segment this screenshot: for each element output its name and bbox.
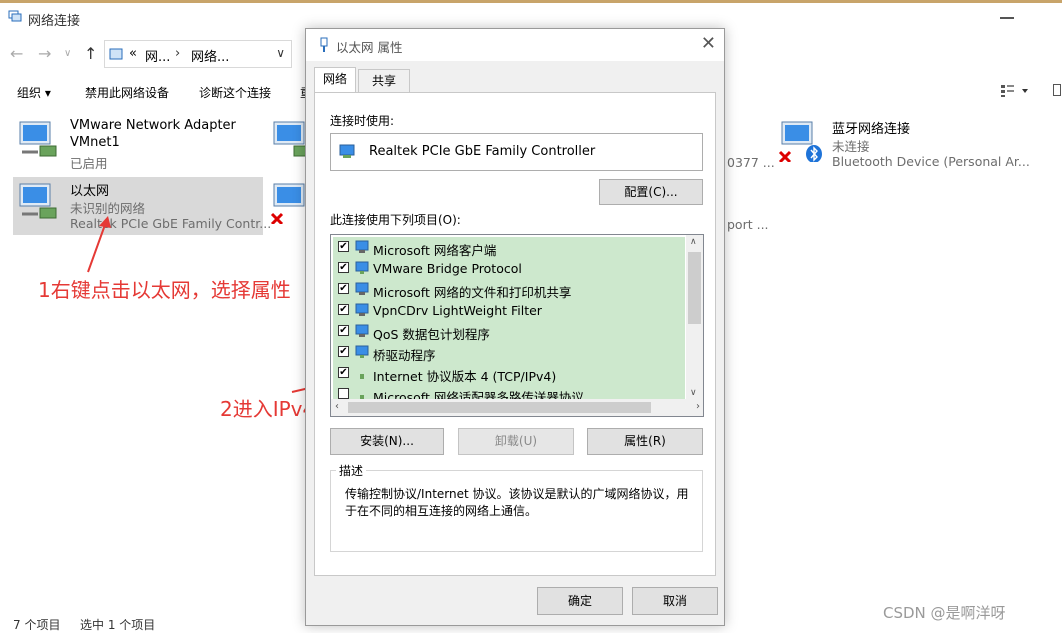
item-ethernet-name[interactable]: 以太网 [70, 180, 109, 199]
checkbox[interactable]: ✔ [338, 367, 349, 378]
checkbox[interactable]: ✔ [338, 241, 349, 252]
list-item-label: VMware Bridge Protocol [373, 261, 522, 276]
item-vmware-name[interactable]: VMware Network Adapter [70, 118, 236, 133]
bluetooth-network-icon [778, 121, 822, 162]
description-label: 描述 [336, 462, 367, 479]
preview-pane-icon[interactable] [1053, 84, 1061, 96]
protocol-icon [355, 261, 369, 274]
checkbox[interactable]: ✔ [338, 262, 349, 273]
watermark: CSDN @是啊洋呀 [883, 604, 1006, 622]
diagnose-button[interactable]: 诊断这个连接 [199, 84, 271, 101]
adapter-name: Realtek PCIe GbE Family Controller [369, 144, 596, 159]
adapter-icon [339, 144, 355, 158]
organize-menu[interactable]: 组织 ▾ [17, 84, 51, 101]
network-cable-icon [320, 37, 328, 52]
scroll-up-icon[interactable]: ∧ [690, 237, 697, 247]
service-icon [355, 303, 369, 316]
properties-dialog: 以太网 属性 ✕ 网络 共享 连接时使用: Realtek PCIe GbE F… [305, 28, 725, 626]
dialog-title: 以太网 属性 [336, 40, 403, 55]
address-bar[interactable]: « 网... › 网络... ∨ [104, 40, 292, 68]
scroll-left-icon[interactable]: ‹ [335, 401, 339, 412]
tab-sharing[interactable]: 共享 [358, 69, 410, 93]
disable-device-button[interactable]: 禁用此网络设备 [85, 84, 169, 101]
client-icon [355, 240, 369, 253]
checkbox[interactable]: ✔ [338, 304, 349, 315]
configure-button[interactable]: 配置(C)... [599, 179, 703, 205]
list-item[interactable]: ✔ 桥驱动程序 [333, 342, 685, 363]
list-item-label: Microsoft 网络的文件和打印机共享 [373, 285, 572, 300]
components-list[interactable]: ✔ Microsoft 网络客户端 ✔ VMware Bridge Protoc… [330, 234, 704, 417]
items-label: 此连接使用下列项目(O): [330, 213, 461, 227]
address-part-2[interactable]: 网络... [191, 46, 229, 65]
dialog-titlebar[interactable]: 以太网 属性 ✕ [306, 29, 724, 61]
scroll-down-icon[interactable]: ∨ [690, 388, 697, 398]
checkbox[interactable] [338, 388, 349, 399]
recent-dropdown[interactable]: ∨ [64, 48, 71, 59]
item-bluetooth-name[interactable]: 蓝牙网络连接 [832, 118, 910, 137]
address-part-1[interactable]: 网... [145, 46, 170, 65]
scroll-thumb-horizontal[interactable] [348, 402, 651, 413]
tab-panel: 连接时使用: Realtek PCIe GbE Family Controlle… [314, 92, 716, 576]
connect-using-label: 连接时使用: [330, 114, 395, 128]
close-icon[interactable]: ✕ [701, 33, 716, 54]
item-ethernet-device: Realtek PCIe GbE Family Contr... [70, 216, 272, 231]
annotation-step2: 2进入IPv4 [220, 397, 316, 421]
window-top-border [0, 0, 1062, 3]
scroll-right-icon[interactable]: › [696, 401, 700, 412]
install-button[interactable]: 安装(N)... [330, 428, 444, 455]
ok-button[interactable]: 确定 [537, 587, 623, 615]
item-vmware-status: 已启用 [70, 156, 108, 171]
list-item[interactable]: ✔ Microsoft 网络客户端 [333, 237, 685, 258]
partial-item-text: port ... [727, 217, 769, 232]
folder-icon [109, 48, 123, 60]
adapter-box: Realtek PCIe GbE Family Controller [330, 133, 703, 171]
checkbox[interactable]: ✔ [338, 325, 349, 336]
item-bluetooth-device: Bluetooth Device (Personal Ar... [832, 154, 1030, 169]
vertical-scrollbar[interactable]: ∧ ∨ [686, 235, 703, 416]
list-item[interactable]: ✔ VMware Bridge Protocol [333, 258, 685, 279]
network-connections-icon [8, 10, 22, 22]
item-bluetooth-status: 未连接 [832, 139, 870, 154]
status-item-count: 7 个项目 [13, 618, 61, 632]
cancel-button[interactable]: 取消 [632, 587, 718, 615]
window-title: 网络连接 [28, 14, 81, 29]
list-item[interactable]: ✔ Microsoft 网络的文件和打印机共享 [333, 279, 685, 300]
item-ethernet-status: 未识别的网络 [70, 201, 146, 216]
list-item-label: Microsoft 网络客户端 [373, 243, 497, 258]
protocol-icon [360, 374, 364, 379]
partial-item-text: 0377 ... [727, 155, 775, 170]
network-adapter-icon [19, 183, 57, 219]
protocol-icon [355, 345, 369, 358]
tab-network[interactable]: 网络 [314, 67, 356, 93]
checkbox[interactable]: ✔ [338, 346, 349, 357]
list-item-label: Internet 协议版本 4 (TCP/IPv4) [373, 369, 557, 384]
description-text: 传输控制协议/Internet 协议。该协议是默认的广域网络协议，用于在不同的相… [345, 487, 689, 518]
list-item-label: QoS 数据包计划程序 [373, 327, 490, 342]
status-selected-count: 选中 1 个项目 [80, 618, 156, 632]
address-prefix: « [129, 46, 137, 61]
list-item-label: 桥驱动程序 [373, 348, 436, 363]
list-item[interactable]: ✔ VpnCDrv LightWeight Filter [333, 300, 685, 321]
chevron-down-icon[interactable]: ∨ [276, 46, 285, 60]
back-button[interactable]: ← [10, 44, 23, 63]
service-icon [355, 282, 369, 295]
scroll-thumb[interactable] [688, 252, 701, 324]
view-options-icon[interactable] [1000, 84, 1030, 98]
list-item-ipv4[interactable]: ✔ Internet 协议版本 4 (TCP/IPv4) [333, 363, 685, 384]
item-vmware-name-line2: VMnet1 [70, 135, 120, 150]
minimize-button[interactable] [1000, 17, 1014, 19]
uninstall-button[interactable]: 卸载(U) [458, 428, 574, 455]
service-icon [355, 324, 369, 337]
checkbox[interactable]: ✔ [338, 283, 349, 294]
up-button[interactable]: ↑ [84, 44, 97, 63]
list-item-label: VpnCDrv LightWeight Filter [373, 303, 542, 318]
network-adapter-icon [19, 121, 57, 157]
annotation-step1: 1右键点击以太网，选择属性 [38, 278, 291, 302]
forward-button[interactable]: → [38, 44, 51, 63]
properties-button[interactable]: 属性(R) [587, 428, 703, 455]
list-item[interactable]: ✔ QoS 数据包计划程序 [333, 321, 685, 342]
chevron-right-icon: › [175, 46, 181, 61]
horizontal-scrollbar[interactable]: ‹ › [331, 399, 700, 416]
